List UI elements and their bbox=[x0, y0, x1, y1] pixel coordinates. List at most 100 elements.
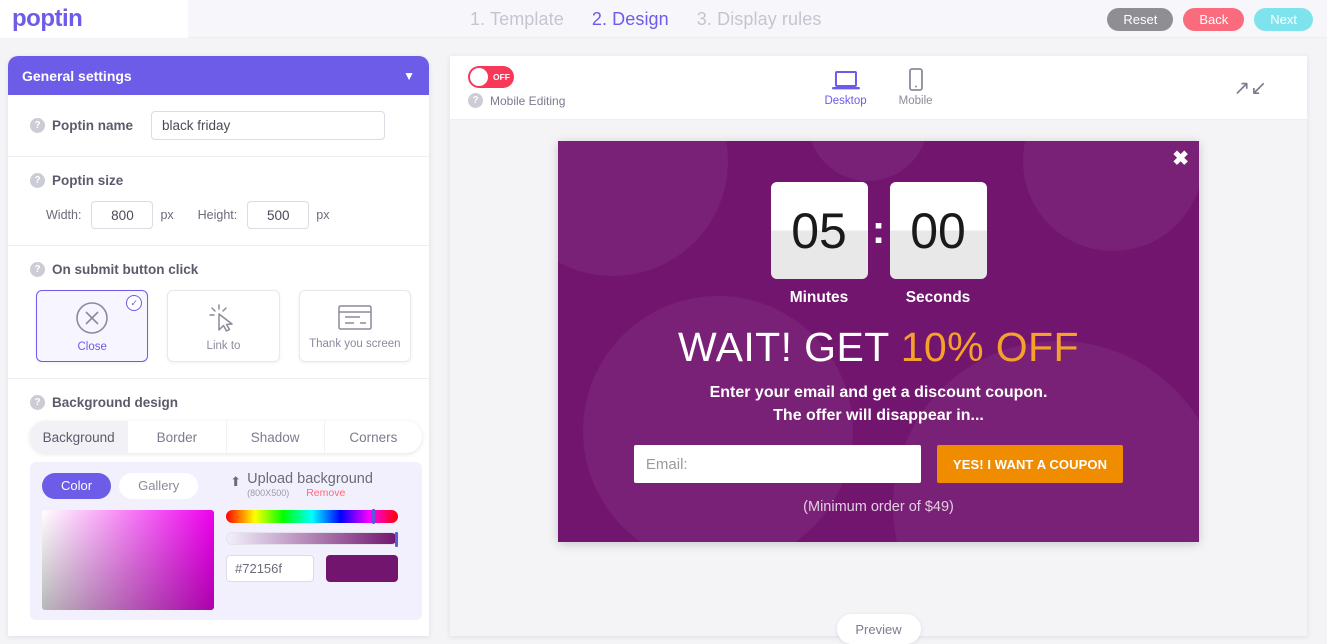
subtext-line-2: The offer will disappear in... bbox=[773, 407, 984, 425]
color-swatch[interactable] bbox=[326, 555, 398, 583]
tab-corners[interactable]: Corners bbox=[325, 421, 422, 453]
top-bar: poptin 1. Template 2. Design 3. Display … bbox=[0, 0, 1327, 38]
mobile-editing-toggle[interactable]: OFF bbox=[468, 66, 514, 88]
popup-headline: WAIT! GET 10% OFF bbox=[558, 324, 1199, 371]
headline-main: WAIT! GET bbox=[678, 324, 901, 370]
device-desktop[interactable]: Desktop bbox=[824, 70, 867, 107]
step-template[interactable]: 1. Template bbox=[470, 9, 564, 30]
tab-shadow[interactable]: Shadow bbox=[227, 421, 325, 453]
preview-toolbar: OFF ? Mobile Editing Desktop Mobile ↗↙ bbox=[450, 56, 1307, 120]
upload-background-button[interactable]: ⬆ Upload background (800X500) Remove bbox=[230, 471, 373, 499]
height-unit: px bbox=[316, 208, 330, 222]
countdown-seconds-value: 00 bbox=[889, 182, 987, 279]
help-icon[interactable]: ? bbox=[30, 118, 45, 133]
device-label: Mobile bbox=[898, 95, 933, 107]
subtext-line-1: Enter your email and get a discount coup… bbox=[709, 384, 1048, 401]
width-input[interactable] bbox=[91, 201, 154, 229]
top-actions: Reset Back Next bbox=[1107, 0, 1313, 38]
width-unit: px bbox=[160, 208, 174, 222]
remove-background-link[interactable]: Remove bbox=[306, 487, 345, 499]
general-settings-panel: General settings ▼ ? Poptin name ? Popti… bbox=[8, 56, 429, 636]
gallery-mode-chip[interactable]: Gallery bbox=[119, 472, 199, 499]
device-switcher: Desktop Mobile bbox=[824, 68, 933, 107]
phone-icon bbox=[908, 68, 923, 91]
upload-label: Upload background bbox=[247, 471, 373, 487]
device-label: Desktop bbox=[824, 95, 867, 107]
popup-canvas[interactable]: ✖ 05 Minutes : 00 Seconds WAIT! GET 10% … bbox=[558, 141, 1199, 542]
popup-subtext: Enter your email and get a discount coup… bbox=[558, 381, 1199, 427]
submit-option-label: Thank you screen bbox=[309, 337, 401, 350]
countdown-minutes-value: 05 bbox=[770, 182, 868, 279]
cursor-click-icon bbox=[209, 303, 234, 332]
countdown-seconds-label: Seconds bbox=[905, 289, 971, 306]
poptin-name-label: Poptin name bbox=[52, 118, 134, 133]
countdown-seconds: 00 Seconds bbox=[889, 182, 987, 307]
upload-dimensions: (800X500) bbox=[247, 488, 290, 499]
poptin-size-section: ? Poptin size Width: px Height: px bbox=[8, 157, 429, 246]
popup-close-icon[interactable]: ✖ bbox=[1172, 149, 1189, 169]
email-input[interactable] bbox=[633, 445, 921, 483]
countdown-timer: 05 Minutes : 00 Seconds bbox=[558, 182, 1199, 307]
headline-highlight: 10% OFF bbox=[900, 324, 1079, 370]
background-design-label: Background design bbox=[52, 395, 179, 410]
submit-option-close[interactable]: ✓ Close bbox=[36, 290, 149, 362]
hue-slider[interactable] bbox=[226, 509, 398, 525]
close-circle-icon bbox=[76, 301, 108, 334]
tab-border[interactable]: Border bbox=[128, 421, 227, 453]
hue-slider-knob[interactable] bbox=[372, 509, 375, 525]
background-design-section: ? Background design Background Border Sh… bbox=[8, 379, 429, 636]
expand-arrows-icon[interactable]: ↗↙ bbox=[1233, 75, 1267, 100]
saturation-value-area[interactable] bbox=[42, 510, 214, 611]
alpha-slider-knob[interactable] bbox=[395, 532, 398, 548]
tab-background[interactable]: Background bbox=[30, 421, 129, 453]
color-picker bbox=[42, 509, 410, 611]
step-display-rules[interactable]: 3. Display rules bbox=[697, 9, 822, 30]
preview-button[interactable]: Preview bbox=[836, 614, 921, 644]
help-icon[interactable]: ? bbox=[30, 173, 45, 188]
reset-button[interactable]: Reset bbox=[1107, 7, 1174, 31]
poptin-name-input[interactable] bbox=[151, 111, 386, 140]
width-label: Width: bbox=[46, 208, 82, 222]
help-icon[interactable]: ? bbox=[30, 395, 45, 410]
popup-form: YES! I WANT A COUPON bbox=[558, 445, 1199, 483]
submit-option-label: Close bbox=[77, 340, 107, 353]
color-mode-chip[interactable]: Color bbox=[42, 472, 112, 499]
countdown-separator: : bbox=[871, 208, 886, 252]
submit-option-label: Link to bbox=[206, 339, 241, 352]
mobile-editing-label: Mobile Editing bbox=[490, 93, 566, 108]
countdown-minutes: 05 Minutes bbox=[770, 182, 868, 307]
hex-color-input[interactable] bbox=[226, 555, 314, 583]
mobile-editing-control: OFF ? Mobile Editing bbox=[468, 66, 565, 108]
laptop-icon bbox=[831, 71, 860, 90]
screen-icon bbox=[338, 304, 372, 330]
help-icon[interactable]: ? bbox=[468, 93, 483, 108]
submit-option-thank-you[interactable]: Thank you screen bbox=[298, 290, 411, 362]
decorative-circle bbox=[808, 141, 928, 181]
help-icon[interactable]: ? bbox=[30, 262, 45, 277]
check-icon: ✓ bbox=[126, 295, 143, 311]
popup-fineprint: (Minimum order of $49) bbox=[803, 499, 954, 515]
next-button[interactable]: Next bbox=[1254, 7, 1313, 31]
poptin-size-label: Poptin size bbox=[52, 173, 124, 188]
on-submit-section: ? On submit button click ✓ Close Link to… bbox=[8, 246, 429, 379]
poptin-name-section: ? Poptin name bbox=[8, 95, 429, 157]
chevron-down-icon[interactable]: ▼ bbox=[403, 69, 415, 83]
poptin-logo: poptin bbox=[12, 5, 83, 32]
coupon-submit-button[interactable]: YES! I WANT A COUPON bbox=[936, 445, 1124, 483]
countdown-minutes-label: Minutes bbox=[789, 289, 849, 306]
step-design[interactable]: 2. Design bbox=[592, 9, 669, 30]
height-input[interactable] bbox=[247, 201, 310, 229]
upload-icon: ⬆ bbox=[230, 474, 242, 489]
submit-option-link-to[interactable]: Link to bbox=[167, 290, 280, 362]
height-label: Height: bbox=[197, 208, 238, 222]
toggle-knob bbox=[470, 68, 488, 86]
toggle-state-label: OFF bbox=[493, 72, 510, 82]
panel-title: General settings bbox=[22, 67, 132, 84]
device-mobile[interactable]: Mobile bbox=[899, 68, 933, 107]
background-controls: Color Gallery ⬆ Upload background (800X5… bbox=[30, 462, 422, 621]
panel-header[interactable]: General settings ▼ bbox=[8, 56, 429, 95]
step-nav: 1. Template 2. Design 3. Display rules bbox=[470, 0, 821, 38]
preview-panel: OFF ? Mobile Editing Desktop Mobile ↗↙ ✖… bbox=[450, 56, 1307, 644]
back-button[interactable]: Back bbox=[1183, 7, 1245, 31]
alpha-slider[interactable] bbox=[226, 532, 398, 548]
